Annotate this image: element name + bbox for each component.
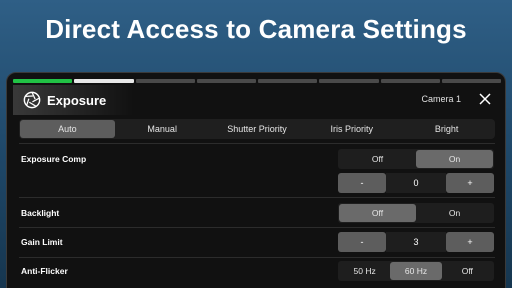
anti-flicker-60hz[interactable]: 60 Hz <box>390 262 442 280</box>
aperture-icon <box>23 91 41 109</box>
gain-limit-label: Gain Limit <box>21 237 63 247</box>
page-indicator-segment[interactable] <box>441 79 501 83</box>
gain-limit-increase-button[interactable]: + <box>446 232 494 252</box>
panel-title: Exposure <box>47 92 107 108</box>
exposure-comp-increase-button[interactable]: + <box>446 173 494 193</box>
backlight-label: Backlight <box>21 208 60 218</box>
divider <box>19 227 495 228</box>
exposure-comp-on[interactable]: On <box>416 150 493 168</box>
divider <box>19 143 495 144</box>
anti-flicker-off[interactable]: Off <box>442 262 493 280</box>
mode-manual[interactable]: Manual <box>115 120 210 138</box>
exposure-comp-toggle: Off On <box>338 149 494 169</box>
gain-limit-decrease-button[interactable]: - <box>338 232 386 252</box>
backlight-toggle: Off On <box>338 203 494 223</box>
mode-bright[interactable]: Bright <box>399 120 494 138</box>
camera-label: Camera 1 <box>421 94 461 104</box>
anti-flicker-selector: 50 Hz 60 Hz Off <box>338 261 494 281</box>
exposure-panel: Exposure Camera 1 Auto Manual Shutter Pr… <box>6 72 506 288</box>
backlight-on[interactable]: On <box>416 204 493 222</box>
backlight-off[interactable]: Off <box>339 204 416 222</box>
page-indicator-segment[interactable] <box>380 79 440 83</box>
page-indicator-segment[interactable] <box>319 79 379 83</box>
page-indicator-segment[interactable] <box>196 79 256 83</box>
page-indicator-segment[interactable] <box>74 79 134 83</box>
headline: Direct Access to Camera Settings <box>45 14 467 44</box>
page-indicator-active[interactable] <box>13 79 73 83</box>
page-indicator <box>13 79 501 83</box>
close-icon[interactable] <box>477 91 493 107</box>
exposure-mode-selector: Auto Manual Shutter Priority Iris Priori… <box>19 119 495 139</box>
mode-iris-priority[interactable]: Iris Priority <box>304 120 399 138</box>
anti-flicker-label: Anti-Flicker <box>21 266 68 276</box>
mode-shutter-priority[interactable]: Shutter Priority <box>210 120 305 138</box>
gain-limit-stepper: - 3 + <box>338 232 494 252</box>
exposure-comp-label: Exposure Comp <box>21 154 87 164</box>
exposure-comp-decrease-button[interactable]: - <box>338 173 386 193</box>
panel-header: Exposure Camera 1 <box>13 85 501 115</box>
page-indicator-segment[interactable] <box>135 79 195 83</box>
gain-limit-value: 3 <box>386 232 446 252</box>
page-indicator-segment[interactable] <box>258 79 318 83</box>
exposure-comp-value: 0 <box>386 173 446 193</box>
anti-flicker-50hz[interactable]: 50 Hz <box>339 262 390 280</box>
exposure-comp-stepper: - 0 + <box>338 173 494 193</box>
exposure-comp-off[interactable]: Off <box>339 150 416 168</box>
divider <box>19 257 495 258</box>
mode-auto[interactable]: Auto <box>20 120 115 138</box>
divider <box>19 197 495 198</box>
